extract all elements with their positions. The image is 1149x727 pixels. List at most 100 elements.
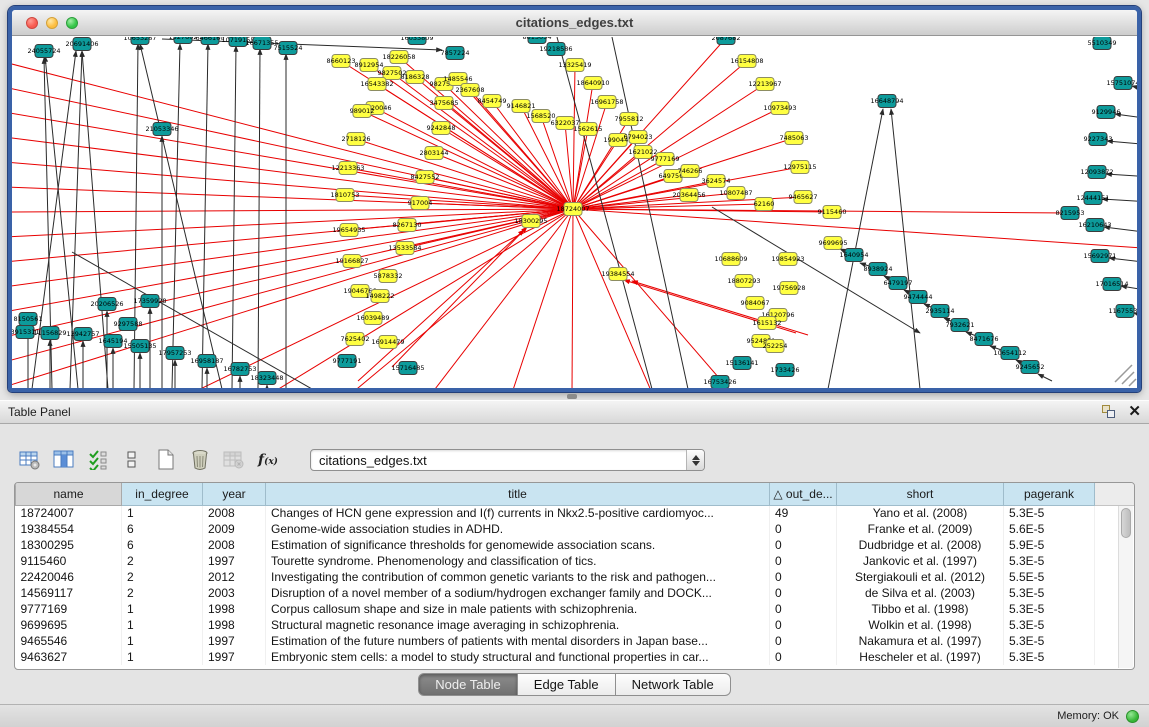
column-header-name[interactable]: name — [16, 483, 122, 505]
graph-node[interactable]: 9084067 — [741, 297, 770, 310]
graph-node[interactable]: 15692971 — [1083, 250, 1116, 263]
graph-node[interactable]: 9115460 — [818, 206, 847, 219]
graph-node[interactable]: 9242848 — [427, 122, 456, 135]
graph-node[interactable]: 1527602 — [169, 37, 198, 44]
graph-node[interactable]: 2718126 — [342, 133, 371, 146]
graph-node[interactable]: 16961758 — [590, 96, 623, 109]
table-mode-icon[interactable] — [16, 447, 44, 473]
graph-node[interactable]: 10654112 — [993, 347, 1026, 360]
graph-node[interactable]: 8267130 — [393, 219, 422, 232]
graph-node[interactable]: 11675533 — [1108, 305, 1137, 318]
graph-node[interactable]: 18226058 — [382, 51, 415, 64]
column-header-title[interactable]: title — [266, 483, 770, 505]
table-row[interactable]: 911546021997Tourette syndrome. Phenomeno… — [16, 553, 1136, 569]
graph-node[interactable]: 2087682 — [712, 37, 741, 45]
graph-node[interactable]: 24055724 — [27, 45, 60, 58]
tab-node-table[interactable]: Node Table — [418, 673, 518, 696]
delete-column-icon[interactable] — [186, 447, 214, 473]
graph-node[interactable]: 1733426 — [771, 364, 800, 377]
graph-node[interactable]: 9146821 — [507, 100, 536, 113]
graph-node[interactable]: 18323448 — [250, 372, 283, 385]
graph-node[interactable]: 12444151 — [1076, 192, 1109, 205]
table-row[interactable]: 1938455462009Genome-wide association stu… — [16, 521, 1136, 537]
graph-node[interactable]: 15505135 — [123, 340, 156, 353]
graph-node[interactable]: 9297588 — [114, 318, 143, 331]
graph-node[interactable]: 10653287 — [123, 37, 156, 45]
graph-node[interactable]: 19218586 — [539, 43, 572, 56]
graph-node[interactable]: 7485063 — [780, 132, 809, 145]
table-row[interactable]: 946362711997Embryonic stem cells: a mode… — [16, 649, 1136, 665]
graph-node[interactable]: 5510349 — [1088, 37, 1117, 50]
float-panel-icon[interactable] — [1100, 404, 1118, 420]
graph-node[interactable]: 7625402 — [341, 333, 370, 346]
graph-node[interactable]: 16210643 — [1078, 219, 1111, 232]
graph-node[interactable]: 7932621 — [946, 319, 975, 332]
minimize-window-icon[interactable] — [46, 17, 58, 29]
graph-node[interactable]: 9777169 — [651, 153, 680, 166]
graph-node[interactable]: 19854923 — [771, 253, 804, 266]
combo-stepper-icon[interactable] — [686, 450, 704, 470]
table-row[interactable]: 1456911722003Disruption of a novel membe… — [16, 585, 1136, 601]
graph-node[interactable]: 15716485 — [391, 362, 424, 375]
graph-node[interactable]: 16958187 — [190, 355, 223, 368]
graph-node[interactable]: 8150561 — [14, 313, 43, 326]
graph-node[interactable]: 9777191 — [333, 355, 362, 368]
new-column-icon[interactable] — [152, 447, 180, 473]
graph-node[interactable]: 9129946 — [1092, 106, 1121, 119]
graph-node[interactable]: 8813054 — [523, 37, 552, 44]
close-window-icon[interactable] — [26, 17, 38, 29]
graph-node[interactable]: 6466160 — [196, 37, 225, 45]
graph-node[interactable]: 20691406 — [65, 38, 98, 51]
graph-node[interactable]: 8660123 — [327, 55, 356, 68]
graph-node[interactable]: 6479197 — [884, 277, 913, 290]
graph-node[interactable]: 13325419 — [558, 59, 591, 72]
column-header-year[interactable]: year — [203, 483, 266, 505]
tab-network-table[interactable]: Network Table — [616, 673, 731, 696]
graph-node[interactable]: 3624574 — [702, 175, 731, 188]
graph-node[interactable]: 9245652 — [1016, 361, 1045, 374]
graph-node[interactable]: 9465627 — [789, 191, 818, 204]
table-scrollbar-thumb[interactable] — [1121, 508, 1131, 538]
graph-node[interactable]: 17957253 — [158, 347, 191, 360]
table-row[interactable]: 1872400712008Changes of HCN gene express… — [16, 505, 1136, 521]
graph-node[interactable]: 746266 — [678, 165, 703, 178]
table-row[interactable]: 977716911998Corpus callosum shape and si… — [16, 601, 1136, 617]
row-height-icon[interactable] — [118, 447, 146, 473]
graph-node[interactable]: 917004 — [408, 197, 433, 210]
graph-node[interactable]: 18724007 — [556, 203, 589, 216]
graph-node[interactable]: 16753426 — [703, 376, 736, 389]
tab-edge-table[interactable]: Edge Table — [518, 673, 616, 696]
graph-node[interactable]: 20364456 — [672, 189, 705, 202]
resize-grip-icon[interactable] — [1115, 365, 1136, 386]
graph-node[interactable]: 16039489 — [356, 312, 389, 325]
network-table-selector[interactable]: citations_edges.txt — [310, 449, 705, 471]
graph-node[interactable]: 16914479 — [371, 336, 404, 349]
column-header-in_degree[interactable]: in_degree — [122, 483, 203, 505]
graph-node[interactable]: 18640910 — [576, 77, 609, 90]
graph-node[interactable]: 20206526 — [90, 298, 123, 311]
graph-node[interactable]: 10688609 — [714, 253, 747, 266]
graph-node[interactable]: 62160 — [754, 198, 775, 211]
table-row[interactable]: 1830029562008Estimation of significance … — [16, 537, 1136, 553]
graph-node[interactable]: 15751074 — [1106, 77, 1137, 90]
function-builder-icon[interactable]: f(x) — [254, 447, 282, 473]
panel-splitter-handle[interactable] — [567, 394, 577, 399]
graph-node[interactable]: 18807293 — [727, 275, 760, 288]
graph-node[interactable]: 7955812 — [615, 113, 644, 126]
graph-node[interactable]: 3475685 — [430, 97, 459, 110]
graph-node[interactable]: 1562615 — [574, 123, 603, 136]
graph-node[interactable]: 19384554 — [601, 268, 634, 281]
graph-node[interactable]: 21053346 — [145, 123, 178, 136]
graph-node[interactable]: 8215953 — [1056, 207, 1085, 220]
show-columns-icon[interactable] — [50, 447, 78, 473]
graph-node[interactable]: 16648794 — [870, 95, 903, 108]
graph-node[interactable]: 16033809 — [400, 37, 433, 45]
table-row[interactable]: 969969511998Structural magnetic resonanc… — [16, 617, 1136, 633]
window-titlebar[interactable]: citations_edges.txt — [12, 10, 1137, 36]
graph-node[interactable]: 16154808 — [730, 55, 763, 68]
graph-node[interactable]: 9474444 — [904, 291, 933, 304]
graph-node[interactable]: 9227343 — [1084, 133, 1113, 146]
network-canvas[interactable]: 24055724 20691406 10653287 15276026466160 10… — [12, 37, 1137, 388]
table-row[interactable]: 946554611997Estimation of the future num… — [16, 633, 1136, 649]
graph-node[interactable]: 12213967 — [748, 78, 781, 91]
